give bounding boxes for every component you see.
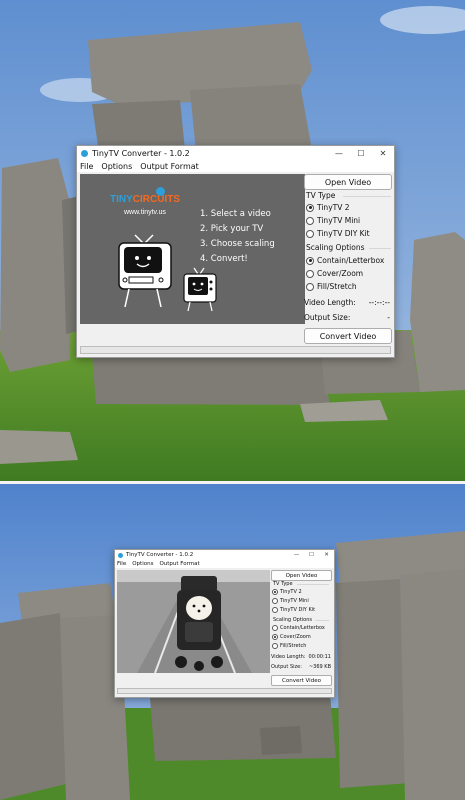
radio-indicator [306, 216, 314, 225]
menu-options[interactable]: Options [101, 161, 132, 172]
converter-window: TinyTV Converter - 1.0.2 — ☐ ✕ File Opti… [76, 145, 395, 358]
radio-label: Cover/Zoom [317, 269, 364, 278]
window-title: TinyTV Converter - 1.0.2 [92, 149, 190, 158]
scaling-options-heading: Scaling Options [306, 243, 365, 252]
video-length-value: 00:00:11 [308, 654, 331, 660]
maximize-button[interactable]: ☐ [304, 550, 319, 560]
tv-type-heading: TV Type [273, 581, 293, 587]
minimize-button[interactable]: — [289, 550, 304, 560]
radio-indicator [272, 589, 278, 595]
convert-video-button[interactable]: Convert Video [271, 675, 332, 686]
menu-bar: File Options Output Format [115, 560, 334, 568]
app-icon [81, 150, 88, 157]
radio-tinytv-diy-kit[interactable]: TinyTV DIY Kit [272, 607, 315, 613]
radio-label: TinyTV 2 [317, 203, 350, 212]
radio-label: TinyTV Mini [280, 598, 309, 604]
close-button[interactable]: ✕ [319, 550, 334, 560]
maximize-button[interactable]: ☐ [350, 146, 372, 161]
radio-indicator [272, 607, 278, 613]
menu-file[interactable]: File [80, 161, 93, 172]
window-title: TinyTV Converter - 1.0.2 [126, 552, 194, 558]
panel-divider [0, 481, 465, 484]
radio-indicator [306, 269, 314, 278]
logo-tiny: TINYCIRCUITS [110, 194, 181, 205]
radio-label: TinyTV 2 [280, 589, 302, 595]
app-icon [118, 552, 123, 558]
radio-fill-stretch[interactable]: Fill/Stretch [272, 643, 306, 649]
radio-indicator [272, 634, 278, 640]
scaling-divider [315, 620, 329, 621]
output-size-label: Output Size: [271, 664, 302, 670]
step-1: 1. Select a video [200, 209, 271, 219]
menu-file[interactable]: File [117, 560, 126, 568]
logo-circuits: CIRCUITS [132, 194, 181, 205]
radio-indicator [272, 625, 278, 631]
video-preview [117, 570, 270, 673]
radio-contain-letterbox[interactable]: Contain/Letterbox [306, 256, 384, 265]
tv-type-divider [297, 584, 329, 585]
tinytv-mini-illustration [183, 267, 217, 312]
radio-indicator [272, 643, 278, 649]
step-2: 2. Pick your TV [200, 224, 264, 234]
radio-indicator [306, 282, 314, 291]
open-video-button[interactable]: Open Video [304, 174, 392, 190]
converter-window: TinyTV Converter - 1.0.2 — ☐ ✕ File Opti… [114, 549, 335, 698]
step-3: 3. Choose scaling [200, 239, 275, 249]
radio-tinytv-2[interactable]: TinyTV 2 [306, 203, 350, 212]
radio-tinytv-diy-kit[interactable]: TinyTV DIY Kit [306, 229, 370, 238]
scaling-options-heading: Scaling Options [273, 617, 312, 623]
radio-indicator [306, 256, 314, 265]
video-length-label: Video Length: [271, 654, 306, 660]
output-size-value: - [387, 313, 390, 322]
minimize-button[interactable]: — [328, 146, 350, 161]
close-button[interactable]: ✕ [372, 146, 394, 161]
video-frame-dog-in-stroller [117, 570, 270, 673]
radio-indicator [306, 203, 314, 212]
radio-fill-stretch[interactable]: Fill/Stretch [306, 282, 357, 291]
video-length-label: Video Length: [304, 298, 356, 307]
output-size-value: ~369 KB [308, 664, 331, 670]
radio-indicator [272, 598, 278, 604]
radio-tinytv-mini[interactable]: TinyTV Mini [272, 598, 309, 604]
radio-label: Cover/Zoom [280, 634, 311, 640]
scaling-divider [369, 248, 391, 249]
tv-type-heading: TV Type [306, 191, 336, 200]
radio-label: TinyTV DIY Kit [317, 229, 370, 238]
menu-bar: File Options Output Format [77, 161, 394, 172]
tinytv-large-illustration [118, 234, 172, 308]
tv-type-divider [343, 196, 391, 197]
convert-video-button[interactable]: Convert Video [304, 328, 392, 344]
radio-indicator [306, 229, 314, 238]
open-video-button[interactable]: Open Video [271, 570, 332, 581]
conversion-progress-bar [80, 346, 391, 354]
menu-output-format[interactable]: Output Format [159, 560, 199, 568]
screenshot-top: TinyTV Converter - 1.0.2 — ☐ ✕ File Opti… [0, 0, 465, 483]
radio-label: Contain/Letterbox [280, 625, 325, 631]
menu-output-format[interactable]: Output Format [140, 161, 199, 172]
video-preview: TINYCIRCUITS www.tinytv.us 1. Select a v… [80, 174, 305, 324]
radio-label: Fill/Stretch [280, 643, 307, 649]
radio-label: Contain/Letterbox [317, 256, 385, 265]
radio-cover-zoom[interactable]: Cover/Zoom [272, 634, 311, 640]
radio-tinytv-mini[interactable]: TinyTV Mini [306, 216, 360, 225]
output-size-label: Output Size: [304, 313, 351, 322]
logo-globe-icon [156, 187, 165, 196]
radio-cover-zoom[interactable]: Cover/Zoom [306, 269, 363, 278]
screenshot-bottom: TinyTV Converter - 1.0.2 — ☐ ✕ File Opti… [0, 483, 465, 800]
conversion-progress-bar [117, 688, 332, 694]
video-length-value: --:--:-- [368, 298, 390, 307]
radio-tinytv-2[interactable]: TinyTV 2 [272, 589, 302, 595]
radio-label: Fill/Stretch [317, 282, 357, 291]
menu-options[interactable]: Options [132, 560, 153, 568]
radio-contain-letterbox[interactable]: Contain/Letterbox [272, 625, 325, 631]
logo-url: www.tinytv.us [124, 209, 166, 216]
step-4: 4. Convert! [200, 254, 248, 264]
radio-label: TinyTV Mini [317, 216, 361, 225]
radio-label: TinyTV DIY Kit [280, 607, 316, 613]
